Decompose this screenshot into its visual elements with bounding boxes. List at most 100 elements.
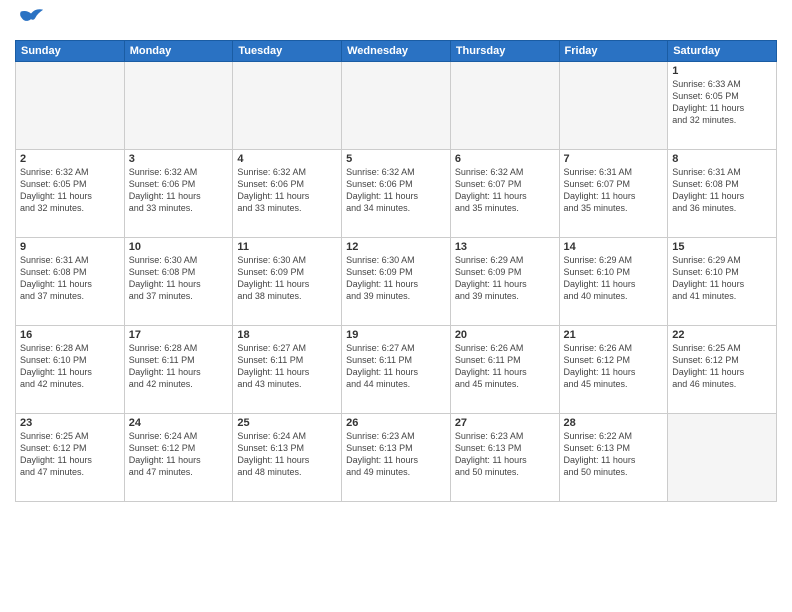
day-number: 7 bbox=[564, 153, 664, 165]
day-number: 9 bbox=[20, 241, 120, 253]
day-cell: 5Sunrise: 6:32 AM Sunset: 6:06 PM Daylig… bbox=[342, 150, 451, 238]
day-cell: 14Sunrise: 6:29 AM Sunset: 6:10 PM Dayli… bbox=[559, 238, 668, 326]
day-cell: 17Sunrise: 6:28 AM Sunset: 6:11 PM Dayli… bbox=[124, 326, 233, 414]
day-cell: 10Sunrise: 6:30 AM Sunset: 6:08 PM Dayli… bbox=[124, 238, 233, 326]
day-info: Sunrise: 6:22 AM Sunset: 6:13 PM Dayligh… bbox=[564, 430, 664, 479]
day-cell: 25Sunrise: 6:24 AM Sunset: 6:13 PM Dayli… bbox=[233, 414, 342, 502]
day-number: 1 bbox=[672, 65, 772, 77]
day-number: 16 bbox=[20, 329, 120, 341]
day-cell bbox=[668, 414, 777, 502]
day-cell: 2Sunrise: 6:32 AM Sunset: 6:05 PM Daylig… bbox=[16, 150, 125, 238]
day-info: Sunrise: 6:24 AM Sunset: 6:13 PM Dayligh… bbox=[237, 430, 337, 479]
day-cell bbox=[342, 62, 451, 150]
day-info: Sunrise: 6:32 AM Sunset: 6:05 PM Dayligh… bbox=[20, 166, 120, 215]
day-header-thursday: Thursday bbox=[450, 41, 559, 62]
day-info: Sunrise: 6:25 AM Sunset: 6:12 PM Dayligh… bbox=[20, 430, 120, 479]
day-number: 27 bbox=[455, 417, 555, 429]
day-info: Sunrise: 6:29 AM Sunset: 6:09 PM Dayligh… bbox=[455, 254, 555, 303]
day-number: 5 bbox=[346, 153, 446, 165]
day-cell: 15Sunrise: 6:29 AM Sunset: 6:10 PM Dayli… bbox=[668, 238, 777, 326]
day-header-tuesday: Tuesday bbox=[233, 41, 342, 62]
week-row-2: 2Sunrise: 6:32 AM Sunset: 6:05 PM Daylig… bbox=[16, 150, 777, 238]
day-cell: 12Sunrise: 6:30 AM Sunset: 6:09 PM Dayli… bbox=[342, 238, 451, 326]
day-cell bbox=[124, 62, 233, 150]
day-cell: 22Sunrise: 6:25 AM Sunset: 6:12 PM Dayli… bbox=[668, 326, 777, 414]
day-number: 22 bbox=[672, 329, 772, 341]
day-info: Sunrise: 6:28 AM Sunset: 6:10 PM Dayligh… bbox=[20, 342, 120, 391]
day-number: 20 bbox=[455, 329, 555, 341]
day-number: 14 bbox=[564, 241, 664, 253]
day-info: Sunrise: 6:32 AM Sunset: 6:06 PM Dayligh… bbox=[346, 166, 446, 215]
logo-bird-icon bbox=[17, 6, 45, 34]
page: SundayMondayTuesdayWednesdayThursdayFrid… bbox=[0, 0, 792, 612]
week-row-5: 23Sunrise: 6:25 AM Sunset: 6:12 PM Dayli… bbox=[16, 414, 777, 502]
day-number: 25 bbox=[237, 417, 337, 429]
day-number: 21 bbox=[564, 329, 664, 341]
day-header-wednesday: Wednesday bbox=[342, 41, 451, 62]
day-number: 12 bbox=[346, 241, 446, 253]
day-info: Sunrise: 6:31 AM Sunset: 6:08 PM Dayligh… bbox=[672, 166, 772, 215]
day-number: 15 bbox=[672, 241, 772, 253]
day-header-saturday: Saturday bbox=[668, 41, 777, 62]
day-cell bbox=[450, 62, 559, 150]
day-info: Sunrise: 6:23 AM Sunset: 6:13 PM Dayligh… bbox=[455, 430, 555, 479]
day-number: 2 bbox=[20, 153, 120, 165]
day-cell bbox=[559, 62, 668, 150]
day-cell: 9Sunrise: 6:31 AM Sunset: 6:08 PM Daylig… bbox=[16, 238, 125, 326]
day-info: Sunrise: 6:25 AM Sunset: 6:12 PM Dayligh… bbox=[672, 342, 772, 391]
day-info: Sunrise: 6:23 AM Sunset: 6:13 PM Dayligh… bbox=[346, 430, 446, 479]
day-number: 11 bbox=[237, 241, 337, 253]
day-info: Sunrise: 6:32 AM Sunset: 6:06 PM Dayligh… bbox=[129, 166, 229, 215]
day-info: Sunrise: 6:28 AM Sunset: 6:11 PM Dayligh… bbox=[129, 342, 229, 391]
day-number: 19 bbox=[346, 329, 446, 341]
week-row-1: 1Sunrise: 6:33 AM Sunset: 6:05 PM Daylig… bbox=[16, 62, 777, 150]
day-number: 13 bbox=[455, 241, 555, 253]
day-header-monday: Monday bbox=[124, 41, 233, 62]
day-info: Sunrise: 6:27 AM Sunset: 6:11 PM Dayligh… bbox=[237, 342, 337, 391]
day-cell: 1Sunrise: 6:33 AM Sunset: 6:05 PM Daylig… bbox=[668, 62, 777, 150]
day-cell: 18Sunrise: 6:27 AM Sunset: 6:11 PM Dayli… bbox=[233, 326, 342, 414]
day-number: 10 bbox=[129, 241, 229, 253]
day-info: Sunrise: 6:31 AM Sunset: 6:07 PM Dayligh… bbox=[564, 166, 664, 215]
day-cell bbox=[16, 62, 125, 150]
day-cell: 19Sunrise: 6:27 AM Sunset: 6:11 PM Dayli… bbox=[342, 326, 451, 414]
day-info: Sunrise: 6:31 AM Sunset: 6:08 PM Dayligh… bbox=[20, 254, 120, 303]
week-row-4: 16Sunrise: 6:28 AM Sunset: 6:10 PM Dayli… bbox=[16, 326, 777, 414]
day-number: 28 bbox=[564, 417, 664, 429]
day-info: Sunrise: 6:24 AM Sunset: 6:12 PM Dayligh… bbox=[129, 430, 229, 479]
day-number: 18 bbox=[237, 329, 337, 341]
day-info: Sunrise: 6:32 AM Sunset: 6:06 PM Dayligh… bbox=[237, 166, 337, 215]
day-number: 17 bbox=[129, 329, 229, 341]
day-info: Sunrise: 6:26 AM Sunset: 6:12 PM Dayligh… bbox=[564, 342, 664, 391]
day-number: 4 bbox=[237, 153, 337, 165]
day-info: Sunrise: 6:29 AM Sunset: 6:10 PM Dayligh… bbox=[672, 254, 772, 303]
day-header-sunday: Sunday bbox=[16, 41, 125, 62]
calendar: SundayMondayTuesdayWednesdayThursdayFrid… bbox=[15, 40, 777, 502]
week-row-3: 9Sunrise: 6:31 AM Sunset: 6:08 PM Daylig… bbox=[16, 238, 777, 326]
day-cell: 24Sunrise: 6:24 AM Sunset: 6:12 PM Dayli… bbox=[124, 414, 233, 502]
day-cell: 13Sunrise: 6:29 AM Sunset: 6:09 PM Dayli… bbox=[450, 238, 559, 326]
day-info: Sunrise: 6:30 AM Sunset: 6:09 PM Dayligh… bbox=[237, 254, 337, 303]
day-cell: 3Sunrise: 6:32 AM Sunset: 6:06 PM Daylig… bbox=[124, 150, 233, 238]
day-number: 23 bbox=[20, 417, 120, 429]
day-cell: 28Sunrise: 6:22 AM Sunset: 6:13 PM Dayli… bbox=[559, 414, 668, 502]
day-number: 6 bbox=[455, 153, 555, 165]
day-info: Sunrise: 6:29 AM Sunset: 6:10 PM Dayligh… bbox=[564, 254, 664, 303]
logo bbox=[15, 10, 45, 34]
day-number: 24 bbox=[129, 417, 229, 429]
day-info: Sunrise: 6:30 AM Sunset: 6:09 PM Dayligh… bbox=[346, 254, 446, 303]
day-number: 3 bbox=[129, 153, 229, 165]
day-cell: 21Sunrise: 6:26 AM Sunset: 6:12 PM Dayli… bbox=[559, 326, 668, 414]
day-cell: 23Sunrise: 6:25 AM Sunset: 6:12 PM Dayli… bbox=[16, 414, 125, 502]
day-cell: 6Sunrise: 6:32 AM Sunset: 6:07 PM Daylig… bbox=[450, 150, 559, 238]
day-cell: 4Sunrise: 6:32 AM Sunset: 6:06 PM Daylig… bbox=[233, 150, 342, 238]
day-cell: 20Sunrise: 6:26 AM Sunset: 6:11 PM Dayli… bbox=[450, 326, 559, 414]
day-number: 26 bbox=[346, 417, 446, 429]
day-header-friday: Friday bbox=[559, 41, 668, 62]
day-cell: 27Sunrise: 6:23 AM Sunset: 6:13 PM Dayli… bbox=[450, 414, 559, 502]
day-cell: 26Sunrise: 6:23 AM Sunset: 6:13 PM Dayli… bbox=[342, 414, 451, 502]
day-cell: 16Sunrise: 6:28 AM Sunset: 6:10 PM Dayli… bbox=[16, 326, 125, 414]
day-cell: 8Sunrise: 6:31 AM Sunset: 6:08 PM Daylig… bbox=[668, 150, 777, 238]
day-cell: 7Sunrise: 6:31 AM Sunset: 6:07 PM Daylig… bbox=[559, 150, 668, 238]
day-info: Sunrise: 6:33 AM Sunset: 6:05 PM Dayligh… bbox=[672, 78, 772, 127]
